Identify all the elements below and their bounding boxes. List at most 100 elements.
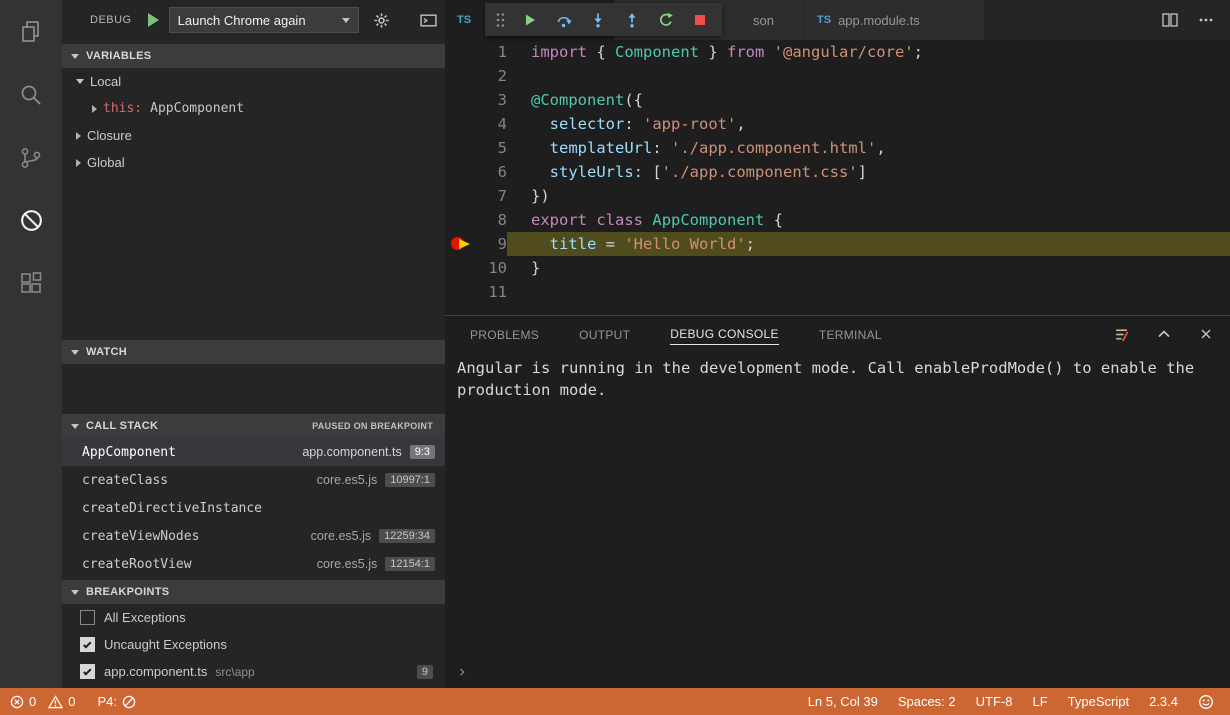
check-icon bbox=[83, 667, 91, 675]
call-stack-frame[interactable]: createDirectiveInstance bbox=[62, 494, 445, 522]
line-number: 8 bbox=[469, 211, 507, 229]
call-stack-frame[interactable]: createRootViewcore.es5.js12154:1 bbox=[62, 550, 445, 578]
console-input-prompt[interactable]: › bbox=[457, 662, 467, 682]
watch-section-header[interactable]: WATCH bbox=[62, 340, 445, 364]
variables-scope-global[interactable]: Global bbox=[62, 149, 445, 176]
indentation[interactable]: Spaces: 2 bbox=[892, 694, 962, 709]
breakpoint-margin[interactable] bbox=[445, 136, 469, 160]
editor-actions bbox=[1162, 0, 1230, 40]
breakpoint-margin[interactable] bbox=[445, 160, 469, 184]
code-line[interactable]: 7}) bbox=[445, 184, 1230, 208]
call-stack-section-header[interactable]: CALL STACK PAUSED ON BREAKPOINT bbox=[62, 414, 445, 438]
breakpoint-label: app.component.ts bbox=[104, 664, 207, 679]
breakpoint-line-badge: 9 bbox=[417, 665, 433, 679]
frame-file: core.es5.js bbox=[311, 529, 371, 543]
close-panel-icon[interactable] bbox=[1198, 326, 1214, 342]
breakpoint-label: Uncaught Exceptions bbox=[104, 637, 227, 652]
debug-start-button[interactable] bbox=[148, 13, 159, 27]
code-line[interactable]: 5 templateUrl: './app.component.html', bbox=[445, 136, 1230, 160]
code-line[interactable]: 10} bbox=[445, 256, 1230, 280]
variables-section-header[interactable]: VARIABLES bbox=[62, 44, 445, 68]
twisty-collapsed-icon bbox=[76, 159, 81, 167]
version-value: 2.3.4 bbox=[1149, 694, 1178, 709]
breakpoint-margin[interactable] bbox=[445, 184, 469, 208]
status-right: Ln 5, Col 39 Spaces: 2 UTF-8 LF TypeScri… bbox=[802, 694, 1230, 710]
breakpoint-margin[interactable] bbox=[445, 280, 469, 304]
twisty-expanded-icon bbox=[71, 424, 79, 429]
code-line[interactable]: 4 selector: 'app-root', bbox=[445, 112, 1230, 136]
step-into-button[interactable] bbox=[585, 7, 610, 32]
launch-config-dropdown[interactable]: Launch Chrome again bbox=[169, 7, 359, 33]
breakpoint-margin[interactable] bbox=[445, 40, 469, 64]
breakpoint-checkbox[interactable] bbox=[80, 610, 95, 625]
code-editor[interactable]: 1import { Component } from '@angular/cor… bbox=[445, 40, 1230, 315]
maximize-panel-icon[interactable] bbox=[1156, 326, 1172, 342]
activity-item-extensions[interactable] bbox=[0, 252, 62, 315]
code-line[interactable]: 1import { Component } from '@angular/cor… bbox=[445, 40, 1230, 64]
code-line[interactable]: 8export class AppComponent { bbox=[445, 208, 1230, 232]
activity-item-search[interactable] bbox=[0, 63, 62, 126]
error-count[interactable]: 0 bbox=[6, 694, 40, 709]
activity-item-explorer[interactable] bbox=[0, 0, 62, 63]
breakpoint-checkbox[interactable] bbox=[80, 664, 95, 679]
clear-console-icon[interactable] bbox=[1113, 326, 1130, 343]
git-branch-icon bbox=[18, 145, 44, 171]
breakpoint-item[interactable]: All Exceptions bbox=[62, 604, 445, 631]
toolbar-drag-handle[interactable] bbox=[495, 11, 506, 29]
tab-terminal[interactable]: TERMINAL bbox=[819, 324, 882, 345]
breakpoint-margin[interactable] bbox=[445, 256, 469, 280]
variables-scope-local[interactable]: Local bbox=[62, 68, 445, 95]
activity-item-source-control[interactable] bbox=[0, 126, 62, 189]
frame-file: app.component.ts bbox=[302, 445, 401, 459]
tab-debug-console[interactable]: DEBUG CONSOLE bbox=[670, 323, 779, 345]
more-actions-icon[interactable] bbox=[1198, 12, 1214, 28]
call-stack-frame[interactable]: AppComponentapp.component.ts9:3 bbox=[62, 438, 445, 466]
breakpoints-section-header[interactable]: BREAKPOINTS bbox=[62, 580, 445, 604]
breakpoint-margin[interactable] bbox=[445, 64, 469, 88]
step-out-button[interactable] bbox=[619, 7, 644, 32]
scm-status[interactable]: P4: bbox=[93, 694, 140, 709]
encoding[interactable]: UTF-8 bbox=[970, 694, 1019, 709]
restart-button[interactable] bbox=[653, 7, 678, 32]
feedback-smiley[interactable] bbox=[1192, 694, 1220, 710]
breakpoint-checkbox[interactable] bbox=[80, 637, 95, 652]
code-line[interactable]: 2 bbox=[445, 64, 1230, 88]
step-over-button[interactable] bbox=[551, 7, 576, 32]
tab-app-module-ts[interactable]: TS app.module.ts bbox=[805, 0, 985, 40]
eol-sequence[interactable]: LF bbox=[1026, 694, 1053, 709]
variable-this[interactable]: this: AppComponent bbox=[62, 95, 445, 122]
debug-console-toggle-icon[interactable] bbox=[420, 12, 437, 29]
breakpoint-item[interactable]: Uncaught Exceptions bbox=[62, 631, 445, 658]
breakpoint-margin[interactable] bbox=[445, 88, 469, 112]
split-editor-icon[interactable] bbox=[1162, 12, 1178, 28]
twisty-expanded-icon bbox=[71, 54, 79, 59]
language-value: TypeScript bbox=[1068, 694, 1129, 709]
continue-button[interactable] bbox=[517, 7, 542, 32]
code-line[interactable]: 9 title = 'Hello World'; bbox=[445, 232, 1230, 256]
code-line[interactable]: 11 bbox=[445, 280, 1230, 304]
breakpoint-margin[interactable] bbox=[445, 232, 469, 256]
twisty-expanded-icon bbox=[71, 590, 79, 595]
language-mode[interactable]: TypeScript bbox=[1062, 694, 1135, 709]
configure-gear-icon[interactable] bbox=[373, 12, 390, 29]
stop-button[interactable] bbox=[687, 7, 712, 32]
breakpoint-margin[interactable] bbox=[445, 208, 469, 232]
code-line[interactable]: 6 styleUrls: ['./app.component.css'] bbox=[445, 160, 1230, 184]
call-stack-frame[interactable]: createViewNodescore.es5.js12259:34 bbox=[62, 522, 445, 550]
search-icon bbox=[18, 82, 44, 108]
tab-output[interactable]: OUTPUT bbox=[579, 324, 630, 345]
code-line[interactable]: 3@Component({ bbox=[445, 88, 1230, 112]
cursor-position[interactable]: Ln 5, Col 39 bbox=[802, 694, 884, 709]
call-stack-frame[interactable]: createClasscore.es5.js10997:1 bbox=[62, 466, 445, 494]
breakpoint-margin[interactable] bbox=[445, 112, 469, 136]
step-over-icon bbox=[556, 12, 572, 28]
tab-problems[interactable]: PROBLEMS bbox=[470, 324, 539, 345]
typescript-version[interactable]: 2.3.4 bbox=[1143, 694, 1184, 709]
line-number: 9 bbox=[469, 235, 507, 253]
variables-scope-closure[interactable]: Closure bbox=[62, 122, 445, 149]
activity-item-debug[interactable] bbox=[0, 189, 62, 252]
warning-count[interactable]: 0 bbox=[44, 694, 79, 709]
breakpoint-item[interactable]: app.component.tssrc\app9 bbox=[62, 658, 445, 685]
cursor-position-value: Ln 5, Col 39 bbox=[808, 694, 878, 709]
slash-circle-icon bbox=[122, 695, 136, 709]
